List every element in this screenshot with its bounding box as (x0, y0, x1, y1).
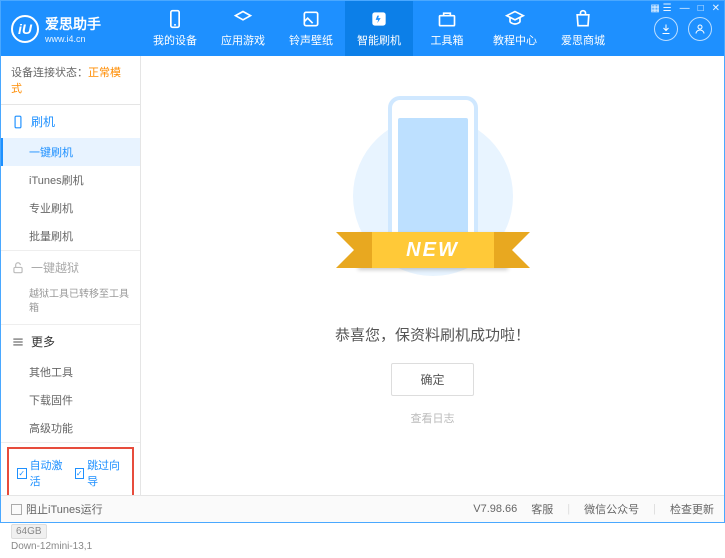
sidebar-item-firmware[interactable]: 下载固件 (1, 386, 140, 414)
app-url: www.i4.cn (45, 34, 101, 44)
app-name: 爱思助手 (45, 14, 101, 34)
close-icon[interactable]: ✕ (712, 3, 720, 14)
header-right (654, 17, 724, 41)
footer: 阻止iTunes运行 V7.98.66 客服| 微信公众号| 检查更新 (1, 495, 724, 522)
app-icon (233, 9, 253, 29)
minimize-icon[interactable]: — (680, 3, 690, 14)
success-message: 恭喜您，保资料刷机成功啦！ (335, 324, 530, 345)
list-icon (11, 335, 25, 349)
sidebar-item-itunes[interactable]: iTunes刷机 (1, 166, 140, 194)
nav-apps[interactable]: 应用游戏 (209, 1, 277, 56)
maximize-icon[interactable]: □ (698, 3, 704, 14)
lock-icon (11, 261, 25, 275)
download-button[interactable] (654, 17, 678, 41)
sidebar: 设备连接状态：正常模式 刷机 一键刷机 iTunes刷机 专业刷机 批量刷机 一… (1, 56, 141, 496)
nav-tutorials[interactable]: 教程中心 (481, 1, 549, 56)
section-more: 更多 其他工具 下载固件 高级功能 (1, 325, 140, 443)
update-link[interactable]: 检查更新 (670, 501, 714, 517)
window-controls: ▦ ☰ — □ ✕ (650, 3, 720, 14)
flash-icon (369, 9, 389, 29)
sidebar-item-batch[interactable]: 批量刷机 (1, 222, 140, 250)
section-jailbreak: 一键越狱 越狱工具已转移至工具箱 (1, 251, 140, 325)
wechat-link[interactable]: 微信公众号 (584, 501, 639, 517)
view-log-link[interactable]: 查看日志 (411, 410, 455, 426)
footer-right: V7.98.66 客服| 微信公众号| 检查更新 (473, 501, 714, 517)
download-icon (660, 23, 672, 35)
nav-ringtones[interactable]: 铃声壁纸 (277, 1, 345, 56)
store-icon (573, 9, 593, 29)
jailbreak-note: 越狱工具已转移至工具箱 (1, 284, 140, 324)
options-highlighted: ✓自动激活 ✓跳过向导 (7, 447, 134, 499)
nav-store[interactable]: 爱思商城 (549, 1, 617, 56)
version-label: V7.98.66 (473, 503, 517, 515)
checkbox-skip-guide[interactable]: ✓跳过向导 (75, 457, 125, 489)
sidebar-item-pro[interactable]: 专业刷机 (1, 194, 140, 222)
app-header: ▦ ☰ — □ ✕ iU 爱思助手 www.i4.cn 我的设备 应用游戏 铃声… (1, 1, 724, 56)
device-model: Down-12mini-13,1 (11, 541, 130, 552)
toolbox-icon (437, 9, 457, 29)
sidebar-item-advanced[interactable]: 高级功能 (1, 414, 140, 442)
content: NEW 恭喜您，保资料刷机成功啦！ 确定 查看日志 (141, 56, 724, 496)
connection-status: 设备连接状态：正常模式 (1, 56, 140, 105)
nav-toolbox[interactable]: 工具箱 (413, 1, 481, 56)
wallpaper-icon (301, 9, 321, 29)
section-jailbreak-header[interactable]: 一键越狱 (1, 251, 140, 284)
sidebar-item-other[interactable]: 其他工具 (1, 358, 140, 386)
ok-button[interactable]: 确定 (391, 363, 473, 396)
checkbox-block-itunes[interactable]: 阻止iTunes运行 (11, 501, 103, 517)
nav-my-device[interactable]: 我的设备 (141, 1, 209, 56)
phone-icon (165, 9, 185, 29)
section-flash-header[interactable]: 刷机 (1, 105, 140, 138)
menu-icon[interactable]: ▦ ☰ (650, 3, 671, 14)
main-area: 设备连接状态：正常模式 刷机 一键刷机 iTunes刷机 专业刷机 批量刷机 一… (1, 56, 724, 496)
main-nav: 我的设备 应用游戏 铃声壁纸 智能刷机 工具箱 教程中心 爱思商城 (141, 1, 654, 56)
logo: iU 爱思助手 www.i4.cn (1, 14, 141, 44)
sidebar-item-oneclick[interactable]: 一键刷机 (1, 138, 140, 166)
logo-icon: iU (11, 15, 39, 43)
success-illustration: NEW (343, 86, 523, 306)
tutorial-icon (505, 9, 525, 29)
service-link[interactable]: 客服 (531, 501, 553, 517)
new-ribbon: NEW (358, 232, 508, 268)
nav-flash[interactable]: 智能刷机 (345, 1, 413, 56)
device-storage: 64GB (11, 524, 47, 539)
phone-icon (11, 115, 25, 129)
user-icon (694, 23, 706, 35)
checkbox-auto-activate[interactable]: ✓自动激活 (17, 457, 67, 489)
user-button[interactable] (688, 17, 712, 41)
section-more-header[interactable]: 更多 (1, 325, 140, 358)
section-flash: 刷机 一键刷机 iTunes刷机 专业刷机 批量刷机 (1, 105, 140, 251)
